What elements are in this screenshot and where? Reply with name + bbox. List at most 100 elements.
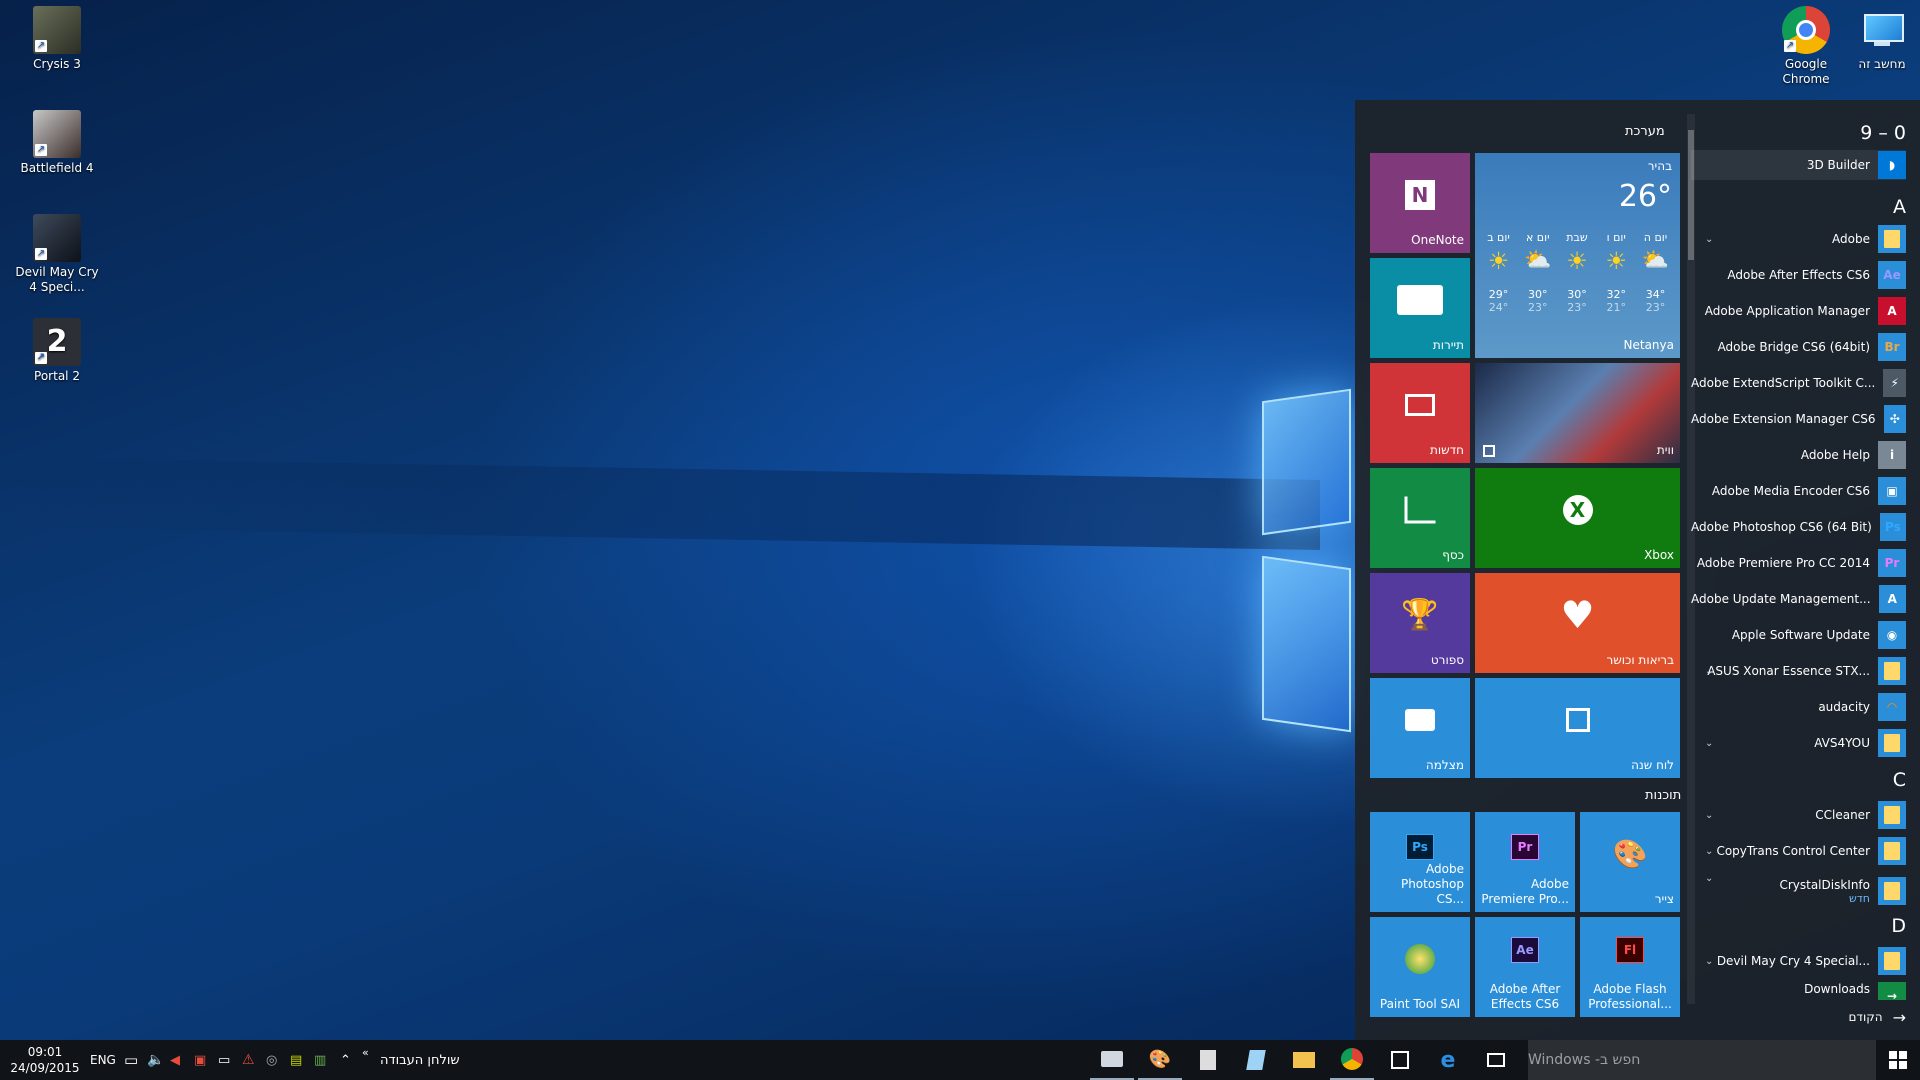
tray-app-icon[interactable]: ▤ [290, 1040, 302, 1080]
desktop-icon-portal2[interactable]: 2 ↗ Portal 2 [15, 318, 99, 384]
search-box[interactable]: חפש ב- Windows [1528, 1040, 1876, 1080]
app-item-asus-xonar[interactable]: ⌄ ASUS Xonar Essence STX... [1691, 656, 1906, 686]
heart-icon: ♥ [1560, 593, 1595, 637]
tile-games[interactable]: ווית [1475, 363, 1680, 463]
tile-news[interactable]: חדשות [1370, 363, 1470, 463]
language-indicator[interactable]: ENG [90, 1040, 116, 1080]
tile-paint[interactable]: 🎨 צייר [1580, 812, 1680, 912]
tray-app-icon[interactable]: ▥ [314, 1040, 326, 1080]
tile-weather[interactable]: בהיר 26° יום ה ⛅ 34° 23° יום ו ☀ 32° 21°… [1475, 153, 1680, 358]
app-item-after-effects[interactable]: Adobe After Effects CS6 Ae [1691, 260, 1906, 290]
tile-label: ווית [1656, 443, 1674, 457]
show-hidden-icons-chevron-icon[interactable]: ⌃ [340, 1040, 351, 1080]
app-item-crystaldiskinfo[interactable]: ⌄ CrystalDiskInfo חדש [1691, 871, 1906, 911]
tile-health[interactable]: ♥ בריאות וכושר [1475, 573, 1680, 673]
app-item-ccleaner[interactable]: ⌄ CCleaner [1691, 800, 1906, 830]
folder-icon [1878, 729, 1906, 757]
extension-manager-icon: ✣ [1883, 405, 1906, 433]
tile-travel[interactable]: תיירות [1370, 258, 1470, 358]
app-item-extendscript[interactable]: Adobe ExtendScript Toolkit C... ⚡ [1691, 368, 1906, 398]
sun-icon: ☀ [1605, 247, 1627, 275]
chevron-down-icon: ⌄ [1705, 955, 1714, 967]
app-item-media-encoder[interactable]: Adobe Media Encoder CS6 ▣ [1691, 476, 1906, 506]
tile-photoshop[interactable]: Ps Adobe Photoshop CS... [1370, 812, 1470, 912]
app-item-apple-software-update[interactable]: Apple Software Update ◉ [1691, 620, 1906, 650]
tile-camera[interactable]: מצלמה [1370, 678, 1470, 778]
newspaper-icon [1405, 394, 1435, 416]
clock[interactable]: 09:01 24/09/2015 [8, 1040, 82, 1080]
app-item-audacity[interactable]: audacity ◠ [1691, 692, 1906, 722]
flash-tray-icon[interactable]: ◀ [170, 1040, 180, 1080]
desktop-icon-crysis3[interactable]: ↗ Crysis 3 [15, 6, 99, 72]
premiere-icon: Pr [1511, 834, 1539, 860]
desktop-icon-label: Devil May Cry 4 Speci... [15, 265, 99, 294]
app-item-copytrans[interactable]: ⌄ CopyTrans Control Center [1691, 836, 1906, 866]
app-item-extension-manager[interactable]: Adobe Extension Manager CS6 ✣ [1691, 404, 1906, 434]
back-button[interactable]: הקודם → [1848, 1006, 1906, 1028]
tile-group-header-programs[interactable]: תוכנות [1645, 788, 1681, 803]
app-item-avs4you[interactable]: ⌄ AVS4YOU [1691, 728, 1906, 758]
app-item-adobe-help[interactable]: Adobe Help i [1691, 440, 1906, 470]
after-effects-icon: Ae [1511, 937, 1539, 963]
taskbar-store[interactable] [1378, 1040, 1422, 1080]
wallpaper-light-beam [0, 456, 1320, 550]
start-button[interactable] [1876, 1040, 1920, 1080]
network-icon[interactable]: ▭ [218, 1040, 230, 1080]
app-item-update-management[interactable]: Adobe Update Management... A [1691, 584, 1906, 614]
clock-time: 09:01 [27, 1045, 63, 1059]
forecast-day: שבת ☀ 30° 23° [1558, 231, 1597, 314]
desktop-toolbar-label[interactable]: שולחן העבודה [380, 1040, 460, 1080]
taskbar-edge[interactable]: e [1426, 1040, 1470, 1080]
tile-paint-tool-sai[interactable]: Paint Tool SAI [1370, 917, 1470, 1017]
tile-onenote[interactable]: N OneNote [1370, 153, 1470, 253]
tile-label: Adobe After Effects CS6 [1489, 982, 1561, 1011]
app-list-letter-a[interactable]: A [1893, 196, 1906, 218]
notification-center-icon[interactable]: ▭ [124, 1040, 138, 1080]
tile-after-effects[interactable]: Ae Adobe After Effects CS6 [1475, 917, 1575, 1017]
tile-money[interactable]: כסף [1370, 468, 1470, 568]
suitcase-icon [1397, 285, 1443, 315]
task-view-button[interactable] [1474, 1040, 1518, 1080]
desktop-icon-devil-may-cry[interactable]: ↗ Devil May Cry 4 Speci... [15, 214, 99, 295]
app-item-3d-builder[interactable]: 3D Builder ◗ [1691, 150, 1906, 180]
tile-group-header-system[interactable]: מערכת [1625, 124, 1665, 139]
volume-icon[interactable]: 🔈 [147, 1040, 164, 1080]
tile-flash[interactable]: Fl Adobe Flash Professional... [1580, 917, 1680, 1017]
start-menu: מערכת N OneNote בהיר 26° יום ה ⛅ 34° 23°… [1355, 100, 1920, 1040]
desktop-icon-google-chrome[interactable]: ↗ Google Chrome [1764, 6, 1848, 87]
weather-forecast: יום ה ⛅ 34° 23° יום ו ☀ 32° 21° שבת ☀ 30… [1479, 231, 1675, 314]
tile-xbox[interactable]: X Xbox [1475, 468, 1680, 568]
warning-icon[interactable]: ⚠ [242, 1040, 255, 1080]
app-item-devil-may-cry[interactable]: ⌄ Devil May Cry 4 Special... [1691, 946, 1906, 976]
app-list-letter-c[interactable]: C [1893, 769, 1906, 791]
taskbar-file-explorer[interactable] [1282, 1040, 1326, 1080]
wallpaper-window-pane [1262, 388, 1351, 536]
app-item-photoshop[interactable]: Adobe Photoshop CS6 (64 Bit) Ps [1691, 512, 1906, 542]
app-list-letter-d[interactable]: D [1891, 915, 1906, 937]
shortcut-arrow-icon: ↗ [35, 248, 47, 260]
apple-update-icon: ◉ [1878, 621, 1906, 649]
taskbar-app[interactable] [1090, 1040, 1134, 1080]
taskbar-paint[interactable]: 🎨 [1138, 1040, 1182, 1080]
desktop-toolbar-chevron-icon[interactable]: « [362, 1032, 369, 1072]
crysis3-icon: ↗ [33, 6, 81, 54]
desktop-icon-battlefield4[interactable]: ↗ Battlefield 4 [15, 110, 99, 176]
tray-app-icon[interactable]: ▣ [194, 1040, 206, 1080]
taskbar-notes[interactable] [1234, 1040, 1278, 1080]
adobe-icon: A [1878, 585, 1906, 613]
tile-calendar[interactable]: לוח שנה [1475, 678, 1680, 778]
app-item-adobe-folder[interactable]: ⌄ Adobe [1691, 224, 1906, 254]
taskbar-chrome[interactable] [1330, 1040, 1374, 1080]
app-item-bridge[interactable]: Adobe Bridge CS6 (64bit) Br [1691, 332, 1906, 362]
app-item-downloads[interactable]: Downloads → [1691, 982, 1906, 1000]
tile-sport[interactable]: 🏆 ספורט [1370, 573, 1470, 673]
app-list-header-numbers[interactable]: 9 – 0 [1860, 122, 1906, 144]
task-view-icon [1487, 1053, 1505, 1067]
app-item-premiere[interactable]: Adobe Premiere Pro CC 2014 Pr [1691, 548, 1906, 578]
taskbar-calculator[interactable] [1186, 1040, 1230, 1080]
chevron-down-icon: ⌄ [1705, 873, 1714, 884]
tile-premiere[interactable]: Pr Adobe Premiere Pro... [1475, 812, 1575, 912]
app-item-application-manager[interactable]: Adobe Application Manager A [1691, 296, 1906, 326]
desktop-icon-this-pc[interactable]: מחשב זה [1840, 6, 1920, 72]
tray-app-icon[interactable]: ◎ [266, 1040, 277, 1080]
